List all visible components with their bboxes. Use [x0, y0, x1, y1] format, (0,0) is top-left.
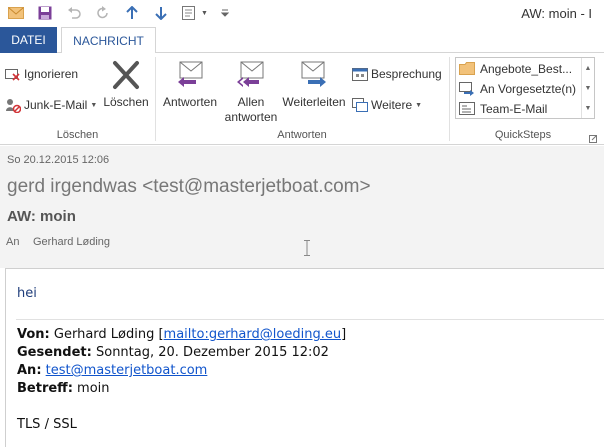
quoted-subject-value: moin	[77, 381, 110, 396]
scroll-up-icon[interactable]: ▲	[582, 58, 594, 78]
sender[interactable]: gerd irgendwas <test@masterjetboat.com>	[7, 176, 371, 198]
meeting-button[interactable]: Besprechung	[352, 63, 442, 85]
ribbon: Ignorieren Junk-E-Mail ▼ Löschen Löschen…	[0, 53, 604, 145]
forward-icon	[297, 59, 331, 91]
dialog-launcher-icon[interactable]	[589, 132, 597, 143]
ribbon-tabs: DATEI NACHRICHT	[0, 27, 604, 54]
quoted-sent-line: Gesendet: Sonntag, 20. Dezember 2015 12:…	[17, 345, 329, 360]
message-subject: AW: moin	[7, 208, 76, 225]
quoted-to-label: An:	[17, 363, 42, 378]
meeting-label: Besprechung	[371, 67, 442, 81]
folder-icon	[459, 62, 475, 76]
quickstep-label: Team-E-Mail	[480, 101, 548, 116]
ignore-icon	[5, 66, 21, 82]
message-date: So 20.12.2015 12:06	[7, 154, 110, 166]
more-respond-button[interactable]: Weitere ▼	[352, 94, 422, 116]
arrow-up-icon[interactable]	[124, 4, 140, 22]
scroll-down-icon[interactable]: ▼	[582, 78, 594, 98]
reply-button[interactable]: Antworten	[161, 59, 219, 110]
title-bar: ▼ AW: moin - I	[0, 0, 604, 27]
ignore-button[interactable]: Ignorieren	[5, 63, 78, 85]
quicksteps-gallery: Angebote_Best... An Vorgesetzte(n) Team-…	[455, 57, 595, 119]
group-label-loeschen: Löschen	[56, 129, 99, 141]
delete-icon	[109, 59, 143, 91]
quickstep-item[interactable]: Angebote_Best...	[459, 59, 572, 78]
quote-divider	[16, 319, 604, 320]
group-label-antworten: Antworten	[277, 129, 327, 141]
reply-icon	[173, 59, 207, 91]
group-label-quicksteps: QuickSteps	[494, 129, 552, 141]
junk-icon	[5, 97, 21, 113]
move-menu-icon[interactable]: ▼	[181, 4, 209, 22]
quickstep-label: Angebote_Best...	[480, 61, 573, 76]
team-mail-icon	[459, 102, 475, 116]
sent-value: Sonntag, 20. Dezember 2015 12:02	[95, 345, 329, 360]
quickstep-label: An Vorgesetzte(n)	[480, 81, 577, 96]
window-title: AW: moin - I	[521, 6, 592, 21]
reply-label: Antworten	[162, 95, 218, 109]
quoted-subject-label: Betreff:	[17, 381, 73, 396]
forward-to-manager-icon	[459, 81, 475, 96]
quoted-to-line: An: test@masterjetboat.com	[17, 363, 207, 378]
quoted-from-line: Von: Gerhard Løding [mailto:gerhard@loed…	[17, 327, 346, 342]
expand-gallery-icon[interactable]: ▼	[582, 98, 594, 118]
from-label: Von:	[17, 327, 50, 342]
from-end: ]	[341, 327, 347, 342]
quoted-subject-line: Betreff: moin	[17, 381, 110, 396]
chevron-down-icon: ▼	[415, 101, 423, 109]
forward-button[interactable]: Weiterleiten	[281, 59, 347, 110]
reply-all-label-2: antworten	[224, 110, 278, 124]
body-greeting: hei	[17, 286, 37, 301]
tab-file[interactable]: DATEI	[0, 27, 57, 53]
message-body[interactable]: hei Von: Gerhard Løding [mailto:gerhard@…	[5, 268, 604, 447]
customize-qat-icon[interactable]	[219, 4, 231, 22]
reply-all-button[interactable]: Allen antworten	[225, 59, 277, 125]
more-label: Weitere	[371, 98, 413, 112]
from-mailto-link[interactable]: mailto:gerhard@loeding.eu	[164, 327, 342, 342]
ignore-label: Ignorieren	[24, 67, 79, 81]
reply-all-label-1: Allen	[237, 95, 265, 109]
undo-icon[interactable]	[65, 4, 83, 22]
arrow-down-icon[interactable]	[153, 4, 169, 22]
quickstep-item[interactable]: An Vorgesetzte(n)	[459, 79, 576, 98]
redo-icon[interactable]	[94, 4, 112, 22]
tab-message[interactable]: NACHRICHT	[61, 27, 156, 54]
quickstep-item[interactable]: Team-E-Mail	[459, 99, 547, 118]
more-icon	[352, 97, 368, 113]
sent-label: Gesendet:	[17, 345, 92, 360]
message-header: So 20.12.2015 12:06 gerd irgendwas <test…	[0, 146, 604, 268]
delete-label: Löschen	[103, 95, 149, 109]
recipient[interactable]: Gerhard Løding	[33, 236, 110, 248]
signature: TLS / SSL	[17, 417, 77, 432]
delete-button[interactable]: Löschen	[103, 59, 149, 110]
forward-label: Weiterleiten	[282, 95, 346, 109]
to-label: An	[6, 236, 20, 248]
text-cursor-icon	[303, 240, 311, 256]
calendar-icon	[352, 66, 368, 82]
junk-email-button[interactable]: Junk-E-Mail ▼	[5, 94, 97, 116]
quoted-to-link[interactable]: test@masterjetboat.com	[46, 363, 208, 378]
reply-all-icon	[234, 59, 268, 91]
gallery-scrollbar[interactable]: ▲ ▼ ▼	[581, 58, 594, 118]
chevron-down-icon: ▼	[90, 101, 98, 109]
envelope-icon[interactable]	[7, 4, 25, 22]
junk-email-label: Junk-E-Mail	[24, 98, 88, 112]
save-icon[interactable]	[36, 4, 54, 22]
from-name: Gerhard Løding [	[53, 327, 164, 342]
